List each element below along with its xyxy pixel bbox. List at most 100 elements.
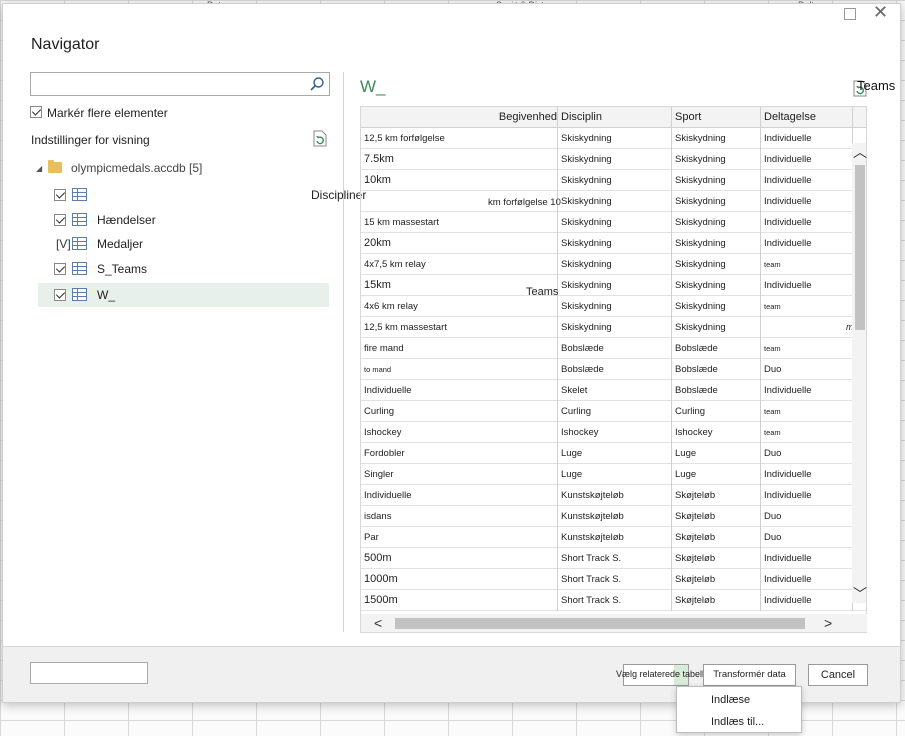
table-cell: Skiskydning xyxy=(558,317,672,338)
transform-data-button[interactable]: Transformér data xyxy=(703,664,796,686)
tree-item-haendelser[interactable]: Hændelser xyxy=(38,208,329,232)
table-cell: Skøjteløb xyxy=(672,548,761,569)
table-cell: Individuelle xyxy=(761,128,853,149)
table-cell: Skiskydning xyxy=(672,170,761,191)
table-cell: Skiskydning xyxy=(558,191,672,212)
table-cell: Duo xyxy=(761,443,853,464)
table-cell: to mand xyxy=(361,359,558,380)
table-cell: Individuelle xyxy=(361,380,558,401)
table-cell: 7.5km xyxy=(361,149,558,170)
stray-label: km forfølgelse 10 xyxy=(488,197,561,208)
tree-item-checkbox[interactable] xyxy=(54,189,66,201)
footer-input[interactable] xyxy=(30,662,148,684)
table-cell: Curling xyxy=(361,401,558,422)
table-cell: Skelet xyxy=(558,380,672,401)
scrollbar-thumb[interactable] xyxy=(855,165,865,330)
pane-divider[interactable] xyxy=(343,72,344,632)
stray-label: Teams xyxy=(526,286,559,298)
table-cell: Skiskydning xyxy=(672,212,761,233)
column-header[interactable]: Sport xyxy=(672,107,761,128)
table-row: Par Kunstskøjteløb Skøjteløb Duo xyxy=(361,527,866,548)
table-row: isdans Kunstskøjteløb Skøjteløb Duo xyxy=(361,506,866,527)
table-cell: Skiskydning xyxy=(672,233,761,254)
horizontal-scrollbar[interactable] xyxy=(361,614,867,632)
table-cell: Skøjteløb xyxy=(672,506,761,527)
table-cell: Skiskydning xyxy=(672,275,761,296)
chevron-down-icon[interactable]: ﹀ xyxy=(853,584,867,604)
chevron-right-icon[interactable]: > xyxy=(824,615,832,631)
table-cell: Skøjteløb xyxy=(672,569,761,590)
table-row: 1500m Short Track S. Skøjteløb Individuelle xyxy=(361,590,866,611)
cancel-button[interactable]: Cancel xyxy=(808,664,868,686)
menu-item-load[interactable]: Indlæse xyxy=(711,694,750,706)
table-cell: Skøjteløb xyxy=(672,485,761,506)
table-cell: Skiskydning xyxy=(558,170,672,191)
maximize-icon[interactable] xyxy=(844,8,856,20)
scrollbar-thumb[interactable] xyxy=(395,618,805,629)
tree-item-s-teams[interactable]: S_Teams xyxy=(38,257,329,281)
table-cell: 4x6 km relay xyxy=(361,296,558,317)
display-options-dropdown[interactable]: Indstillinger for visning xyxy=(31,133,150,147)
table-cell: Individuelle xyxy=(761,233,853,254)
table-cell: Singler xyxy=(361,464,558,485)
table-cell: Individuelle xyxy=(761,170,853,191)
table-cell: Individuelle xyxy=(761,149,853,170)
table-cell: Skiskydning xyxy=(558,275,672,296)
tree-item-medaljer[interactable]: [V] Medaljer xyxy=(38,232,329,256)
table-row: 20km Skiskydning Skiskydning Individuelle xyxy=(361,233,866,254)
table-cell: Bobslæde xyxy=(558,359,672,380)
tree-item-unnamed[interactable] xyxy=(38,183,329,207)
tree-item-checkbox[interactable] xyxy=(54,263,66,275)
table-cell: 12,5 km forfølgelse xyxy=(361,128,558,149)
table-icon xyxy=(72,237,87,250)
table-cell: Kunstskøjteløb xyxy=(558,527,672,548)
table-row: 15km Skiskydning Skiskydning Individuelle xyxy=(361,275,866,296)
table-cell: Individuelle xyxy=(761,590,853,611)
table-cell: Skiskydning xyxy=(672,191,761,212)
table-cell: Skiskydning xyxy=(672,128,761,149)
multi-select-checkbox[interactable] xyxy=(30,106,42,118)
chevron-left-icon[interactable]: < xyxy=(374,615,382,631)
column-header[interactable]: Begivenhed xyxy=(361,107,558,128)
chevron-up-icon[interactable]: ︿ xyxy=(853,142,867,162)
table-cell: 1000m xyxy=(361,569,558,590)
table-icon xyxy=(72,262,87,275)
table-row: 4x6 km relay Skiskydning Skiskydning team xyxy=(361,296,866,317)
table-cell: Duo xyxy=(761,359,853,380)
tree-item-label: W_ xyxy=(97,288,115,302)
tree-item-label: Medaljer xyxy=(97,237,144,251)
search-input[interactable] xyxy=(30,72,330,96)
table-cell: Skiskydning xyxy=(672,149,761,170)
table-cell: Skiskydning xyxy=(558,128,672,149)
select-related-tables-label: Vælg relaterede tabeller xyxy=(616,669,713,679)
column-header[interactable]: Disciplin xyxy=(558,107,672,128)
menu-item-load-to[interactable]: Indlæs til... xyxy=(711,716,764,728)
table-row: 12,5 km massestart Skiskydning Skiskydning xyxy=(361,317,866,338)
table-cell: Kunstskøjteløb xyxy=(558,485,672,506)
table-cell: Individuelle xyxy=(761,569,853,590)
tree-item-mark[interactable]: [V] xyxy=(56,237,71,251)
table-row: Individuelle Skelet Bobslæde Individuelle xyxy=(361,380,866,401)
table-cell: 12,5 km massestart xyxy=(361,317,558,338)
table-cell: Ishockey xyxy=(672,422,761,443)
table-icon xyxy=(72,288,87,301)
search-icon[interactable] xyxy=(309,76,325,92)
table-cell: 1500m xyxy=(361,590,558,611)
collapse-arrow-icon[interactable]: ◢ xyxy=(36,164,42,173)
table-cell: team xyxy=(761,401,853,422)
column-header[interactable]: Deltagelse xyxy=(761,107,853,128)
tree-item-checkbox[interactable] xyxy=(54,214,66,226)
table-header: Begivenhed Disciplin Sport Deltagelse xyxy=(361,107,866,128)
tree-item-w[interactable]: W_ xyxy=(38,283,329,307)
database-node-label[interactable]: olympicmedals.accdb [5] xyxy=(71,161,202,175)
table-cell: Short Track S. xyxy=(558,590,672,611)
table-cell: Individuelle xyxy=(761,485,853,506)
tree-item-checkbox[interactable] xyxy=(54,289,66,301)
table-row: 500m Short Track S. Skøjteløb Individuelle xyxy=(361,548,866,569)
table-cell: Luge xyxy=(558,464,672,485)
close-icon[interactable]: ✕ xyxy=(873,3,888,21)
vertical-scrollbar[interactable] xyxy=(852,143,866,603)
refresh-icon[interactable] xyxy=(312,130,328,147)
table-cell: Skiskydning xyxy=(558,233,672,254)
table-cell: Ishockey xyxy=(558,422,672,443)
